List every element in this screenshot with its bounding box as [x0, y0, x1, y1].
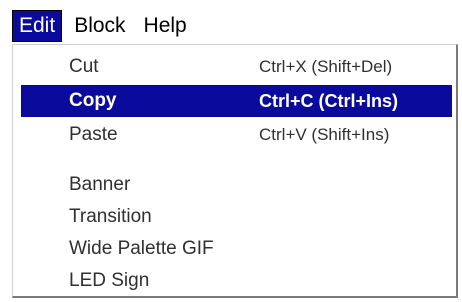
menu-item-shortcut: Ctrl+V (Shift+Ins) — [259, 125, 390, 144]
menu-help-label: Help — [143, 14, 187, 37]
menu-item-banner[interactable]: Banner — [21, 169, 452, 201]
menu-item-label: Transition — [69, 206, 152, 227]
menu-item-shortcut: Ctrl+C (Ctrl+Ins) — [259, 91, 399, 111]
menu-edit-label: Edit — [19, 14, 56, 37]
menu-item-wide-palette-gif[interactable]: Wide Palette GIF — [21, 233, 452, 265]
menu-item-shortcut: Ctrl+X (Shift+Del) — [259, 57, 393, 76]
menu-item-transition[interactable]: Transition — [21, 201, 452, 233]
menu-bar: Edit Block Help — [12, 8, 452, 44]
edit-dropdown-menu: Cut Ctrl+X (Shift+Del) Copy Ctrl+C (Ctrl… — [12, 44, 458, 298]
menu-edit[interactable]: Edit — [12, 10, 63, 42]
menu-item-label: LED Sign — [69, 270, 150, 291]
menu-item-label: Wide Palette GIF — [69, 238, 214, 259]
menu-item-label: Copy — [69, 90, 117, 111]
menu-item-cut[interactable]: Cut Ctrl+X (Shift+Del) — [21, 51, 452, 83]
menu-item-label: Cut — [69, 56, 99, 77]
menu-item-led-sign[interactable]: LED Sign — [21, 265, 452, 297]
menu-item-label: Banner — [69, 174, 131, 195]
menu-block[interactable]: Block — [68, 11, 131, 41]
menu-item-label: Paste — [69, 124, 118, 145]
menu-block-label: Block — [74, 14, 126, 37]
menu-item-copy[interactable]: Copy Ctrl+C (Ctrl+Ins) — [21, 85, 452, 117]
menu-item-paste[interactable]: Paste Ctrl+V (Shift+Ins) — [21, 119, 452, 151]
menu-help[interactable]: Help — [138, 11, 193, 41]
